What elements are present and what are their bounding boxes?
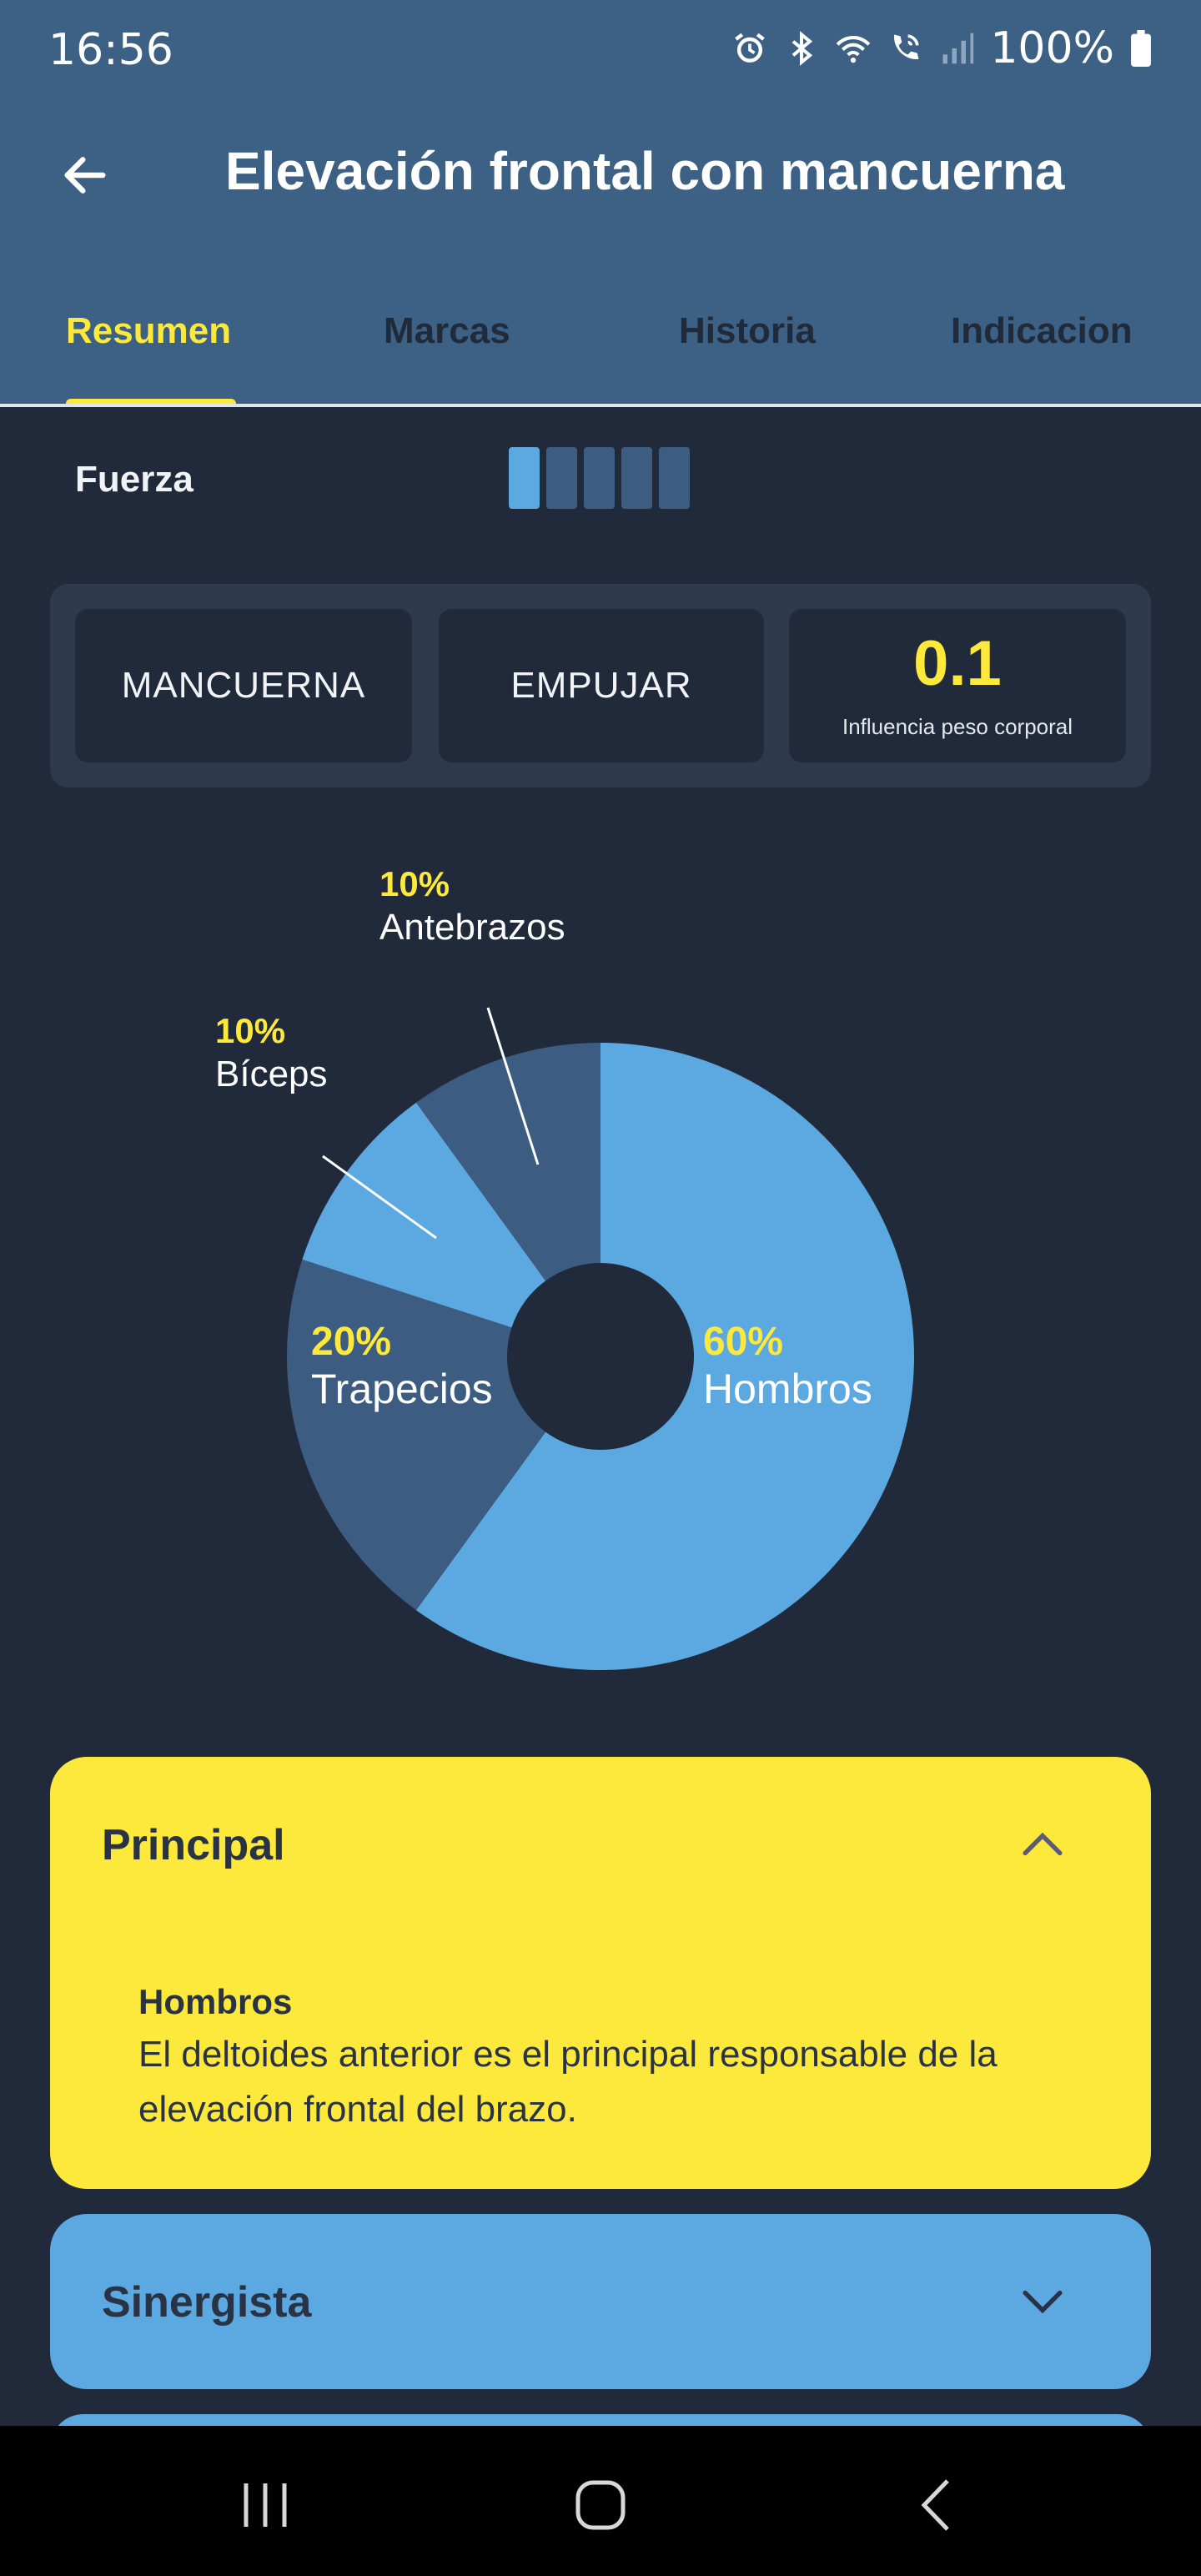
battery-icon (1129, 28, 1153, 68)
recent-apps-button[interactable] (215, 2468, 315, 2543)
principal-muscle-description: El deltoides anterior es el principal re… (138, 2034, 997, 2130)
page-title: Elevación frontal con mancuerna (225, 141, 1065, 201)
bluetooth-icon (783, 28, 820, 68)
tab-indicaciones[interactable]: Indicacion (951, 310, 1133, 352)
pie-percent-label: 10% (215, 1011, 285, 1050)
pie-name-label: Hombros (703, 1366, 872, 1412)
pie-chart-svg: 60%Hombros 20%Trapecios 10% Bíceps 10% Antebr… (215, 864, 914, 1670)
fuerza-level-segment (659, 447, 690, 509)
battery-percent: 100% (990, 23, 1114, 73)
exercise-info-panel: MANCUERNA EMPUJAR 0.1 Influencia peso co… (50, 584, 1151, 787)
top-app-bar: Elevación frontal con mancuerna (0, 117, 1201, 225)
fuerza-level-segment (509, 447, 540, 509)
pie-name-label: Bíceps (215, 1054, 328, 1094)
pie-percent-label: 10% (379, 868, 450, 903)
accordion-principal-title: Principal (102, 1821, 285, 1869)
home-button[interactable] (550, 2468, 651, 2543)
pie-percent-label: 60% (703, 1320, 783, 1364)
accordion-principal-body: Hombros El deltoides anterior es el prin… (138, 1982, 1089, 2137)
pie-percent-label: 20% (311, 1320, 391, 1364)
alarm-icon (731, 28, 768, 68)
principal-muscle-name: Hombros (138, 1982, 293, 2021)
fuerza-level-segment (546, 447, 577, 509)
accordion-sinergista-title: Sinergista (102, 2278, 312, 2327)
chevron-up-icon[interactable] (1018, 1824, 1068, 1865)
signal-icon (938, 28, 975, 68)
back-nav-button[interactable] (887, 2468, 987, 2543)
tab-bar: Resumen Marcas Historia Indicacion (0, 300, 1201, 407)
tabs-divider (0, 404, 1201, 407)
equipment-card: MANCUERNA (75, 609, 412, 762)
equipment-label: MANCUERNA (121, 665, 366, 706)
accordion-principal[interactable]: Principal Hombros El deltoides anterior … (50, 1757, 1151, 2189)
back-button[interactable] (52, 142, 118, 209)
bodyweight-card: 0.1 Influencia peso corporal (789, 609, 1126, 762)
fuerza-level-meter (509, 447, 690, 509)
wifi-icon (835, 28, 872, 68)
tab-historia[interactable]: Historia (679, 310, 816, 352)
status-bar: 16:56 100% (0, 0, 1201, 108)
status-time: 16:56 (48, 25, 173, 75)
arrow-left-icon (64, 157, 106, 194)
movement-card: EMPUJAR (439, 609, 764, 762)
movement-label: EMPUJAR (510, 665, 692, 706)
bodyweight-value: 0.1 (913, 627, 1002, 699)
status-icons: 100% (731, 23, 1153, 73)
muscle-distribution-chart: 60% Hombros 20% Trapecios 10% Bíceps 10% Antebr… (0, 864, 1201, 1702)
fuerza-level-segment (584, 447, 615, 509)
system-navigation-bar (0, 2426, 1201, 2576)
chevron-down-icon[interactable] (1018, 2281, 1068, 2322)
tab-marcas[interactable]: Marcas (384, 310, 510, 352)
pie-name-label: Trapecios (311, 1366, 493, 1412)
tab-resumen[interactable]: Resumen (66, 310, 231, 352)
fuerza-label: Fuerza (75, 459, 193, 500)
wifi-calling-icon (887, 28, 923, 68)
bodyweight-label: Influencia peso corporal (842, 713, 1073, 739)
app-header: 16:56 100% Elevación frontal con mancuer… (0, 0, 1201, 407)
accordion-sinergista[interactable]: Sinergista (50, 2214, 1151, 2389)
pie-name-label: Antebrazos (379, 907, 565, 948)
fuerza-level-segment (621, 447, 652, 509)
